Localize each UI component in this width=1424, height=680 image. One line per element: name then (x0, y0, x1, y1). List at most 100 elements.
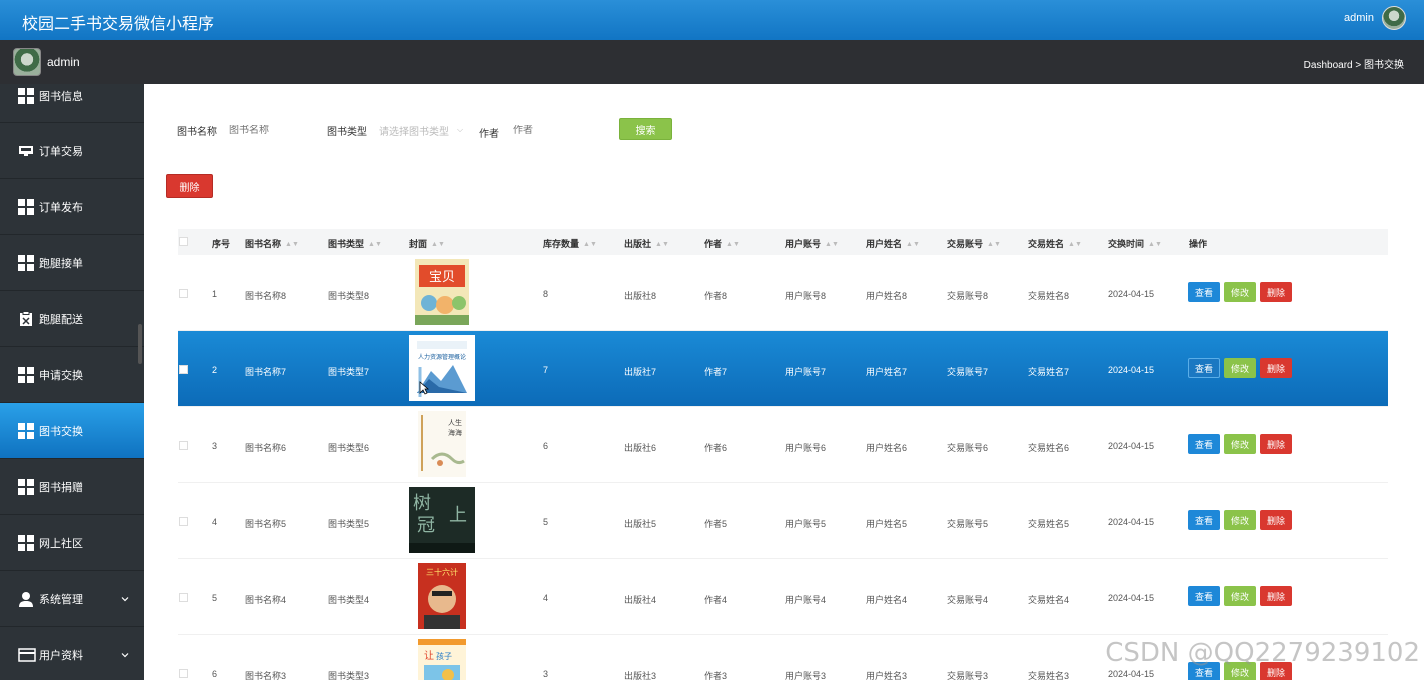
edit-button[interactable]: 修改 (1224, 358, 1256, 378)
col-header-trade-account[interactable]: 交易账号 ▲▼ (947, 237, 1001, 250)
col-header-user-account[interactable]: 用户账号 ▲▼ (785, 237, 839, 250)
cell-stock: 7 (543, 365, 549, 375)
edit-button[interactable]: 修改 (1224, 586, 1256, 606)
col-header-name[interactable]: 图书名称 ▲▼ (245, 237, 299, 250)
delete-button[interactable]: 删除 (1260, 358, 1292, 378)
col-header-label: 库存数量 (543, 239, 580, 249)
edit-button[interactable]: 修改 (1224, 282, 1256, 302)
table-header: 序号 图书名称 ▲▼ 图书类型 ▲▼ 封面 ▲▼ 库存数量 ▲▼ 出版社 ▲▼ 作者 ▲▼ … (178, 229, 1388, 255)
cell-stock: 3 (543, 669, 549, 679)
cell-trade-account: 交易账号3 (947, 671, 989, 680)
svg-text:宝贝: 宝贝 (429, 270, 455, 285)
col-header-trade-name[interactable]: 交易姓名 ▲▼ (1028, 237, 1082, 250)
col-header-author[interactable]: 作者 ▲▼ (704, 237, 740, 250)
col-header-label: 用户姓名 (866, 239, 903, 249)
svg-text:海海: 海海 (448, 428, 462, 437)
row-actions: 查看 修改 删除 (1188, 282, 1292, 302)
edit-button[interactable]: 修改 (1224, 510, 1256, 530)
cell-author: 作者6 (704, 443, 728, 453)
svg-text:让: 让 (424, 650, 434, 662)
sidebar-item-errand-delivery[interactable]: 跑腿配送 (0, 291, 144, 347)
table-row[interactable]: 1 图书名称8 图书类型8 宝贝 8 出版社8 作者8 用户账号8 用户姓名8 … (178, 255, 1388, 331)
book-cover-image: 宝贝 (415, 259, 469, 325)
card-icon (18, 647, 36, 663)
table-row[interactable]: 4 图书名称5 图书类型5 树上冠 5 出版社5 作者5 用户账号5 用户姓名5… (178, 483, 1388, 559)
row-checkbox[interactable] (179, 441, 188, 450)
cell-trade-name: 交易姓名7 (1028, 367, 1070, 377)
svg-text:人力资源管理概论: 人力资源管理概论 (418, 353, 466, 361)
sidebar-item-order-publish[interactable]: 订单发布 (0, 179, 144, 235)
sidebar-item-book-donation[interactable]: 图书捐赠 (0, 459, 144, 515)
clipboard-x-icon (18, 310, 34, 327)
cell-user-account: 用户账号5 (785, 519, 827, 529)
col-header-user-name[interactable]: 用户姓名 ▲▼ (866, 237, 920, 250)
sort-icon: ▲▼ (726, 241, 740, 248)
sidebar-item-user-profile[interactable]: 用户资料 (0, 627, 144, 680)
sidebar-item-apply-exchange[interactable]: 申请交换 (0, 347, 144, 403)
grid-icon (18, 254, 34, 271)
cell-user-name: 用户姓名6 (866, 443, 908, 453)
col-header-cover[interactable]: 封面 ▲▼ (409, 237, 445, 250)
col-header-stock[interactable]: 库存数量 ▲▼ (543, 237, 597, 250)
view-button[interactable]: 查看 (1188, 434, 1220, 454)
row-checkbox[interactable] (179, 669, 188, 678)
sidebar-item-book-exchange[interactable]: 图书交换 (0, 403, 144, 459)
grid-icon (18, 198, 34, 215)
top-user-menu[interactable]: admin (1344, 6, 1406, 30)
sidebar-item-community[interactable]: 网上社区 (0, 515, 144, 571)
cell-user-name: 用户姓名5 (866, 519, 908, 529)
cell-time: 2024-04-15 (1108, 517, 1155, 527)
delete-button[interactable]: 删除 (1260, 282, 1292, 302)
select-all-checkbox[interactable] (179, 237, 188, 246)
grid-icon (18, 478, 34, 495)
col-header-type[interactable]: 图书类型 ▲▼ (328, 237, 382, 250)
cell-no: 6 (212, 669, 218, 679)
sidebar-item-errand-accept[interactable]: 跑腿接单 (0, 235, 144, 291)
sort-icon: ▲▼ (431, 241, 445, 248)
svg-text:上: 上 (449, 505, 467, 526)
edit-button[interactable]: 修改 (1224, 434, 1256, 454)
delete-button[interactable]: 删除 (1260, 434, 1292, 454)
cell-stock: 8 (543, 289, 549, 299)
cell-stock: 4 (543, 593, 549, 603)
col-header-time[interactable]: 交换时间 ▲▼ (1108, 237, 1162, 250)
author-input[interactable] (513, 124, 593, 136)
search-button[interactable]: 搜索 (619, 118, 672, 140)
cell-trade-name: 交易姓名3 (1028, 671, 1070, 680)
view-button[interactable]: 查看 (1188, 586, 1220, 606)
sub-header: admin Dashboard > 图书交换 (0, 40, 1424, 84)
delete-button[interactable]: 删除 (1260, 586, 1292, 606)
cell-author: 作者3 (704, 671, 728, 680)
avatar[interactable] (1382, 6, 1406, 30)
col-header-label: 交易账号 (947, 239, 984, 249)
view-button[interactable]: 查看 (1188, 282, 1220, 302)
row-checkbox[interactable] (179, 289, 188, 298)
row-checkbox[interactable] (179, 365, 188, 374)
view-button[interactable]: 查看 (1188, 510, 1220, 530)
row-checkbox[interactable] (179, 593, 188, 602)
book-name-input[interactable] (229, 124, 327, 136)
table-row[interactable]: 3 图书名称6 图书类型6 人生 海海 6 出版社6 作者6 用户账号6 用户姓名… (178, 407, 1388, 483)
book-type-select[interactable]: 请选择图书类型 ⌵ (379, 123, 479, 138)
book-cover-image: 三十六计 (418, 563, 466, 629)
cell-time: 2024-04-15 (1108, 365, 1155, 375)
batch-delete-button[interactable]: 删除 (166, 174, 213, 198)
sidebar-item-book-info[interactable]: 图书信息 (0, 84, 144, 123)
sidebar-item-order-trade[interactable]: 订单交易 (0, 123, 144, 179)
cell-stock: 6 (543, 441, 549, 451)
cell-no: 3 (212, 441, 218, 451)
book-name-label: 图书名称 (177, 126, 217, 138)
col-header-label: 交换时间 (1108, 239, 1145, 249)
search-form: 图书名称 图书类型 请选择图书类型 ⌵ 作者 (177, 118, 593, 142)
table-row[interactable]: 5 图书名称4 图书类型4 三十六计 4 出版社4 作者4 用户账号4 用户姓名… (178, 559, 1388, 635)
sidebar-avatar (13, 48, 41, 76)
col-header-publisher[interactable]: 出版社 ▲▼ (624, 237, 669, 250)
sidebar-item-system-admin[interactable]: 系统管理 (0, 571, 144, 627)
cell-no: 2 (212, 365, 218, 375)
row-checkbox[interactable] (179, 517, 188, 526)
sidebar-scrollbar[interactable] (138, 324, 142, 364)
cell-name: 图书名称8 (245, 291, 287, 301)
delete-button[interactable]: 删除 (1260, 510, 1292, 530)
view-button[interactable]: 查看 (1188, 358, 1220, 378)
table-row[interactable]: 2 图书名称7 图书类型7 人力资源管理概论 7 出版社7 作者7 用户账号7 … (178, 331, 1388, 407)
